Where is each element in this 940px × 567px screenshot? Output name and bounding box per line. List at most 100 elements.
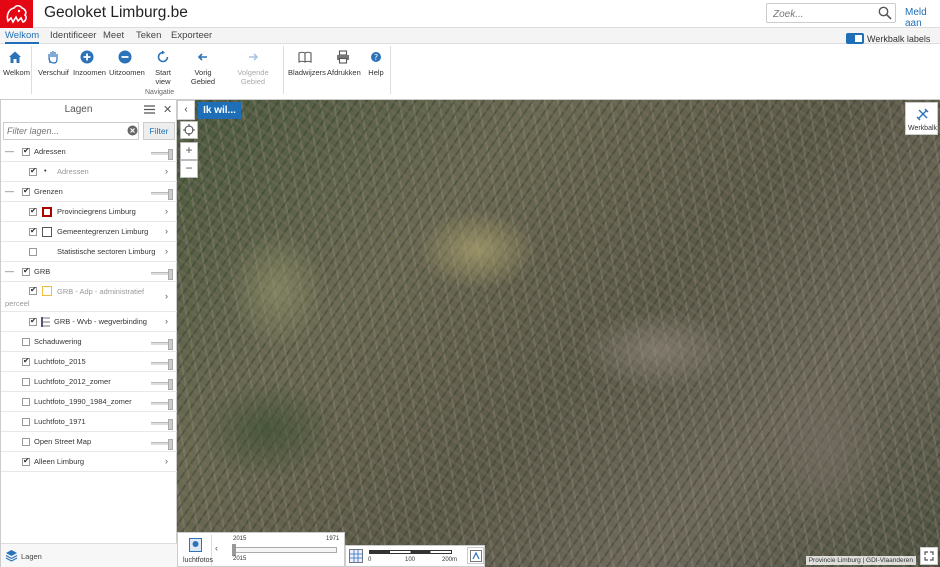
layer-checkbox[interactable]	[22, 266, 30, 276]
timeline-back-icon[interactable]: ‹	[215, 543, 218, 553]
chevron-right-icon[interactable]: ›	[165, 246, 168, 256]
layer-name: Luchtfoto_2012_zomer	[34, 377, 111, 386]
search-box[interactable]	[766, 3, 896, 24]
ik-wil-button[interactable]: Ik wil...	[198, 102, 241, 119]
layer-open-street-map[interactable]: Open Street Map	[1, 432, 177, 452]
opacity-slider[interactable]	[151, 359, 173, 370]
filter-button[interactable]: Filter	[143, 122, 175, 140]
map-overview-button[interactable]	[467, 547, 484, 564]
chevron-right-icon[interactable]: ›	[165, 206, 168, 216]
layer-checkbox[interactable]	[22, 338, 30, 346]
opacity-slider[interactable]	[151, 419, 173, 430]
tab-exporteer[interactable]: Exporteer	[171, 30, 212, 41]
ribbon-separator	[283, 46, 284, 94]
layer-checkbox[interactable]	[29, 206, 37, 216]
layer-luchtfoto-1990[interactable]: Luchtfoto_1990_1984_zomer	[1, 392, 177, 412]
layer-luchtfoto-2015[interactable]: Luchtfoto_2015	[1, 352, 177, 372]
map-zoom-out-button[interactable]: −	[180, 160, 198, 178]
welkom-button[interactable]: Welkom	[3, 50, 30, 77]
werkbalk-button[interactable]: Werkbalk	[905, 102, 938, 135]
search-input[interactable]	[767, 5, 875, 24]
layer-provinciegrens[interactable]: Provinciegrens Limburg ›	[1, 202, 177, 222]
layer-checkbox[interactable]	[29, 226, 37, 236]
layer-alleen-limburg[interactable]: Alleen Limburg ›	[1, 452, 177, 472]
collapse-icon[interactable]: —	[5, 146, 14, 156]
layer-checkbox[interactable]	[22, 146, 30, 156]
layer-statistische-sectoren[interactable]: Statistische sectoren Limburg ›	[1, 242, 177, 262]
chevron-right-icon[interactable]: ›	[165, 456, 168, 466]
toggle-switch[interactable]	[846, 33, 864, 45]
uitzoomen-button[interactable]: Uitzoomen	[109, 50, 145, 77]
chevron-right-icon[interactable]: ›	[165, 291, 168, 301]
crosshair-icon	[183, 124, 195, 136]
plus-icon: +	[185, 143, 193, 157]
tab-identificeer[interactable]: Identificeer	[50, 30, 96, 41]
basemap-switcher[interactable]: luchtfotos	[180, 535, 213, 566]
collapse-panel-button[interactable]: ‹	[177, 100, 195, 120]
layer-checkbox[interactable]	[22, 398, 30, 406]
clear-filter-icon[interactable]	[127, 125, 138, 136]
tab-meet[interactable]: Meet	[103, 30, 124, 41]
layer-checkbox[interactable]	[22, 456, 30, 466]
fullscreen-button[interactable]	[920, 547, 938, 565]
layer-group-grenzen[interactable]: — Grenzen	[1, 182, 177, 202]
locate-button[interactable]	[180, 121, 198, 139]
red-outline-symbol-icon	[42, 207, 52, 217]
timeline-track[interactable]	[233, 547, 337, 553]
layer-adressen[interactable]: • Adressen ›	[1, 162, 177, 182]
opacity-slider[interactable]	[151, 399, 173, 410]
verschuif-button[interactable]: Verschuif	[38, 50, 69, 77]
layer-group-adressen[interactable]: — Adressen	[1, 142, 177, 162]
opacity-slider[interactable]	[151, 189, 173, 200]
search-icon[interactable]	[878, 6, 892, 20]
volgende-gebied-button[interactable]: Volgende Gebied	[229, 50, 277, 86]
collapse-icon[interactable]: —	[5, 266, 14, 276]
map-view[interactable]: ‹ Ik wil... + − Werkbalk luchtfotos ‹ 20…	[177, 100, 940, 567]
panel-close-icon[interactable]: ✕	[163, 103, 172, 116]
layer-gemeentegrenzen[interactable]: Gemeentegrenzen Limburg ›	[1, 222, 177, 242]
opacity-slider[interactable]	[151, 269, 173, 280]
layer-checkbox[interactable]	[22, 418, 30, 426]
layer-checkbox[interactable]	[22, 186, 30, 196]
panel-footer: Lagen	[1, 543, 177, 567]
tab-welkom[interactable]: Welkom	[5, 30, 40, 44]
layer-checkbox[interactable]	[22, 438, 30, 446]
layer-luchtfoto-2012[interactable]: Luchtfoto_2012_zomer	[1, 372, 177, 392]
login-link[interactable]: Meld aan	[905, 7, 940, 29]
layer-checkbox[interactable]	[22, 356, 30, 366]
layer-schaduwering[interactable]: Schaduwering	[1, 332, 177, 352]
opacity-slider[interactable]	[151, 439, 173, 450]
collapse-icon[interactable]: —	[5, 186, 14, 196]
tab-teken[interactable]: Teken	[136, 30, 161, 41]
help-button[interactable]: ? Help	[366, 50, 386, 77]
afdrukken-button[interactable]: Afdrukken	[327, 50, 361, 77]
layer-checkbox[interactable]	[29, 316, 37, 326]
layer-checkbox[interactable]	[29, 248, 37, 256]
bladwijzers-button[interactable]: Bladwijzers	[288, 50, 326, 77]
vorig-gebied-button[interactable]: Vorig Gebied	[184, 50, 222, 86]
map-zoom-in-button[interactable]: +	[180, 142, 198, 160]
chevron-right-icon[interactable]: ›	[165, 226, 168, 236]
opacity-slider[interactable]	[151, 149, 173, 160]
filter-input[interactable]	[3, 122, 139, 140]
map-grid-icon[interactable]	[349, 549, 363, 563]
opacity-slider[interactable]	[151, 379, 173, 390]
layer-checkbox[interactable]	[22, 378, 30, 386]
chevron-right-icon[interactable]: ›	[165, 316, 168, 326]
svg-text:?: ?	[374, 53, 378, 62]
chevron-right-icon[interactable]: ›	[165, 166, 168, 176]
opacity-slider[interactable]	[151, 339, 173, 350]
limburg-logo[interactable]	[0, 0, 33, 28]
navigatie-group-label: Navigatie	[145, 89, 175, 96]
start-view-button[interactable]: Start view	[148, 50, 178, 86]
inzoomen-button[interactable]: Inzoomen	[73, 50, 106, 77]
layer-grb-wvb[interactable]: GRB - Wvb - wegverbinding ›	[1, 312, 177, 332]
layers-icon[interactable]	[5, 549, 18, 562]
footer-layers-label[interactable]: Lagen	[21, 552, 42, 561]
hamburger-menu-icon[interactable]	[144, 105, 155, 114]
layer-luchtfoto-1971[interactable]: Luchtfoto_1971	[1, 412, 177, 432]
layer-checkbox[interactable]	[29, 166, 37, 176]
layer-group-grb[interactable]: — GRB	[1, 262, 177, 282]
timeline-thumb[interactable]	[232, 544, 236, 556]
layer-grb-adp[interactable]: GRB - Adp - administratief perceel ›	[1, 282, 177, 312]
